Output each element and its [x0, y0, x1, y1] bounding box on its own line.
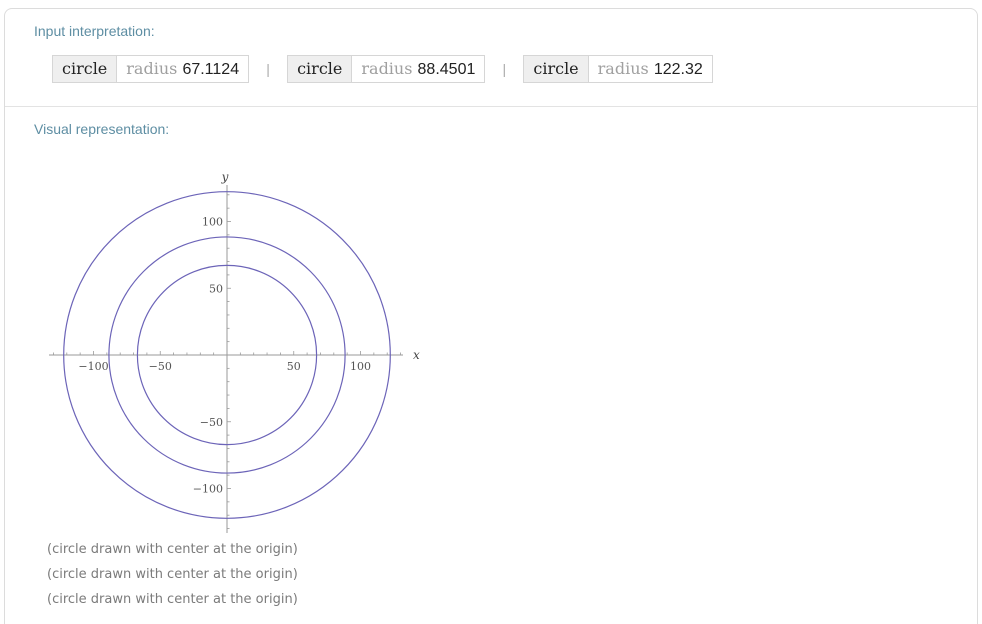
tag-separator-1: |: [266, 61, 270, 77]
y-tick-label: 50: [209, 282, 223, 295]
x-tick-label: 50: [287, 360, 301, 373]
circle-tag-1: circle radius 67.1124: [52, 55, 250, 83]
circle-tag-3-param: radius 122.32: [588, 56, 712, 82]
circle-tag-2: circle radius 88.4501: [287, 55, 486, 83]
circle-tag-1-param-name: radius: [126, 59, 178, 78]
pod-divider: [5, 106, 977, 107]
circle-tag-1-kind: circle: [53, 56, 118, 82]
x-axis-label: x: [413, 348, 420, 362]
circle-tag-3-kind: circle: [524, 56, 589, 82]
circle-tag-2-param-name: radius: [361, 59, 413, 78]
plot-notes: (circle drawn with center at the origin)…: [47, 541, 298, 616]
y-axis-label: y: [221, 170, 229, 184]
circle-tag-2-kind: circle: [288, 56, 353, 82]
tag-separator-2: |: [502, 61, 507, 77]
y-tick-label: −100: [193, 483, 223, 496]
plot-note-3: (circle drawn with center at the origin): [47, 592, 298, 607]
y-tick-label: −50: [200, 416, 223, 429]
circle-tag-3-param-value: 122.32: [653, 61, 703, 78]
circles-plot: −100 −50 50 100 100 50 −50 −100 x y: [49, 170, 420, 533]
circle-tag-2-param-value: 88.4501: [417, 61, 476, 78]
x-tick-label: 100: [350, 360, 371, 373]
circle-tag-1-param: radius 67.1124: [117, 56, 249, 82]
circle-tag-1-param-value: 67.1124: [182, 61, 240, 78]
visual-representation-title: Visual representation:: [34, 121, 170, 137]
circle-tag-2-param: radius 88.4501: [352, 56, 485, 82]
x-tick-label: −100: [78, 360, 108, 373]
circle-tag-3: circle radius 122.32: [523, 55, 713, 83]
y-tick-label: 100: [202, 216, 223, 229]
input-interpretation-title: Input interpretation:: [34, 23, 155, 39]
results-card: Input interpretation: circle radius 67.1…: [4, 8, 978, 624]
plot-note-2: (circle drawn with center at the origin): [47, 567, 298, 582]
x-tick-label: −50: [149, 360, 172, 373]
input-interpretation-row: circle radius 67.1124 | circle radius 88…: [52, 54, 713, 84]
circle-tag-3-param-name: radius: [597, 59, 649, 78]
plot-note-1: (circle drawn with center at the origin): [47, 542, 298, 557]
